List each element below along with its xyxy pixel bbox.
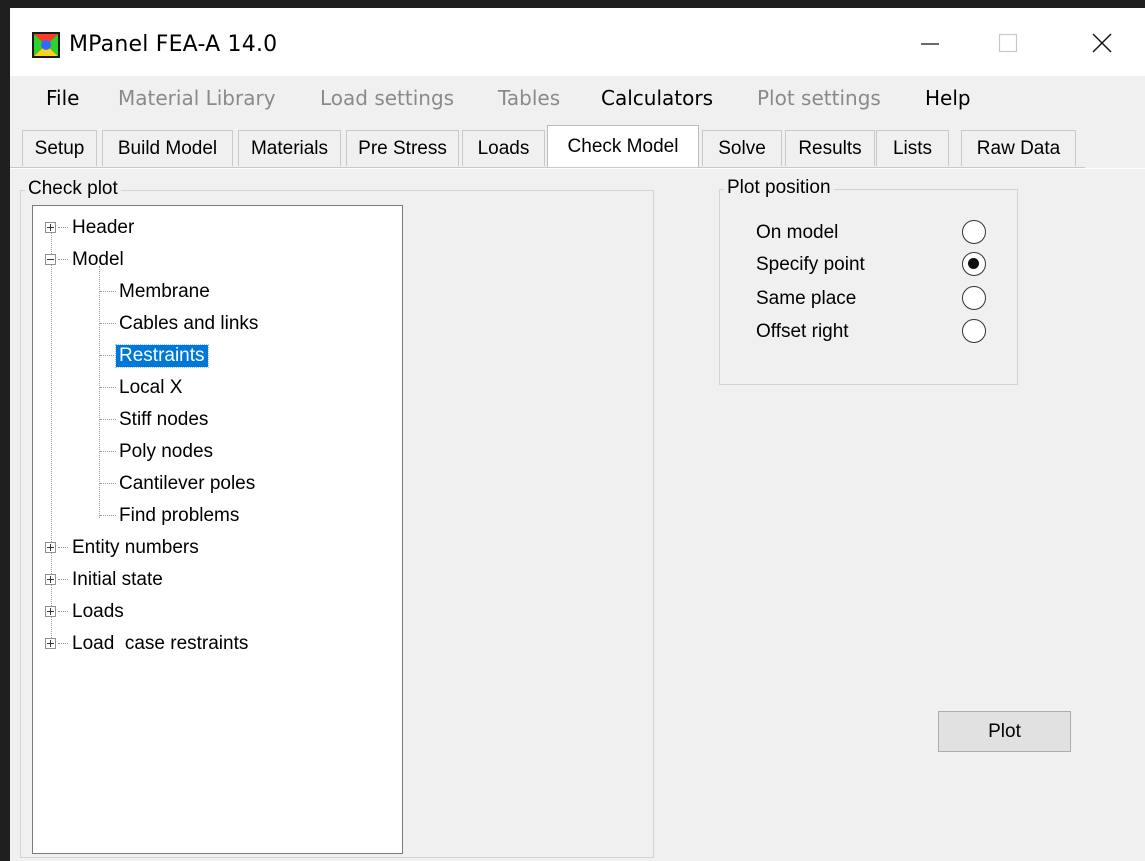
menu-load-settings[interactable]: Load settings xyxy=(320,86,454,110)
menu-file[interactable]: File xyxy=(46,86,79,110)
tree-item-model[interactable]: Model xyxy=(69,246,127,274)
tree-item-label: Find problems xyxy=(119,505,240,526)
expand-plus-icon[interactable] xyxy=(45,606,56,617)
expand-plus-icon[interactable] xyxy=(45,542,56,553)
tab-strip: Setup Build Model Materials Pre Stress L… xyxy=(10,120,1145,170)
tab-results[interactable]: Results xyxy=(785,130,875,166)
close-button[interactable] xyxy=(1072,20,1132,66)
menu-calculators[interactable]: Calculators xyxy=(601,86,713,110)
tab-solve[interactable]: Solve xyxy=(702,130,782,166)
tab-raw-data[interactable]: Raw Data xyxy=(961,130,1076,166)
tree-connector xyxy=(58,643,68,644)
tree-item-load-case-restraints[interactable]: Load case restraints xyxy=(69,630,251,658)
tab-loads[interactable]: Loads xyxy=(462,130,545,166)
tree-item-label: Restraints xyxy=(115,344,209,368)
tree-model-branch-line xyxy=(99,266,100,518)
check-plot-tree[interactable]: Header Model Membrane Cables and links R… xyxy=(32,205,403,854)
tree-connector xyxy=(100,483,116,484)
tab-pre-stress[interactable]: Pre Stress xyxy=(346,130,459,166)
tree-item-label: Cables and links xyxy=(119,313,259,334)
tree-connector xyxy=(58,579,68,580)
tree-connector xyxy=(100,355,116,356)
tree-item-membrane[interactable]: Membrane xyxy=(116,278,213,306)
tree-item-label: Loads xyxy=(72,601,124,622)
minimize-button[interactable] xyxy=(900,20,960,66)
tree-connector xyxy=(100,387,116,388)
tree-item-restraints[interactable]: Restraints xyxy=(115,342,209,370)
menu-tables[interactable]: Tables xyxy=(498,86,560,110)
tree-item-cables-and-links[interactable]: Cables and links xyxy=(116,310,261,338)
tab-lists[interactable]: Lists xyxy=(876,130,949,166)
tab-setup[interactable]: Setup xyxy=(22,130,97,166)
check-plot-legend: Check plot xyxy=(25,178,121,200)
tree-item-label: Cantilever poles xyxy=(119,473,256,494)
radio-offset-right[interactable] xyxy=(962,319,986,343)
radio-label-specify-point: Specify point xyxy=(756,254,865,275)
minimize-icon xyxy=(921,43,939,45)
plot-button[interactable]: Plot xyxy=(938,711,1071,752)
collapse-minus-icon[interactable] xyxy=(45,254,56,265)
radio-same-place[interactable] xyxy=(962,286,986,310)
tab-materials[interactable]: Materials xyxy=(238,130,341,166)
expand-plus-icon[interactable] xyxy=(45,638,56,649)
tree-item-loads[interactable]: Loads xyxy=(69,598,127,626)
tree-item-cantilever-poles[interactable]: Cantilever poles xyxy=(116,470,258,498)
tree-connector xyxy=(100,323,116,324)
tree-item-stiff-nodes[interactable]: Stiff nodes xyxy=(116,406,211,434)
tree-connector xyxy=(58,227,68,228)
close-icon xyxy=(1092,33,1112,53)
tree-item-local-x[interactable]: Local X xyxy=(116,374,185,402)
tree-item-poly-nodes[interactable]: Poly nodes xyxy=(116,438,216,466)
expand-plus-icon[interactable] xyxy=(45,222,56,233)
radio-label-same-place: Same place xyxy=(756,288,857,309)
tree-item-header[interactable]: Header xyxy=(69,214,137,242)
tree-item-label: Header xyxy=(72,217,135,238)
tree-connector xyxy=(58,259,68,260)
tree-connector xyxy=(100,419,116,420)
tree-connector xyxy=(58,547,68,548)
menu-material-library[interactable]: Material Library xyxy=(118,86,276,110)
app-logo-icon xyxy=(32,32,60,58)
tree-item-label: Local X xyxy=(119,377,183,398)
tree-connector xyxy=(58,611,68,612)
maximize-icon xyxy=(998,33,1018,53)
tree-item-find-problems[interactable]: Find problems xyxy=(116,502,242,530)
tree-item-label: Poly nodes xyxy=(119,441,214,462)
tree-item-label: Model xyxy=(72,249,124,270)
tree-item-label: Entity numbers xyxy=(72,537,199,558)
tree-item-label: Stiff nodes xyxy=(119,409,209,430)
title-bar: MPanel FEA-A 14.0 xyxy=(10,8,1145,76)
menu-help[interactable]: Help xyxy=(925,86,971,110)
tab-check-model[interactable]: Check Model xyxy=(547,125,699,167)
maximize-button[interactable] xyxy=(978,20,1038,66)
tree-connector xyxy=(100,451,116,452)
tree-item-initial-state[interactable]: Initial state xyxy=(69,566,166,594)
window-title: MPanel FEA-A 14.0 xyxy=(69,32,278,57)
radio-specify-point[interactable] xyxy=(962,252,986,276)
radio-on-model[interactable] xyxy=(962,220,986,244)
tree-item-label: Membrane xyxy=(119,281,210,302)
app-window: MPanel FEA-A 14.0 File Material Library … xyxy=(10,8,1145,861)
expand-plus-icon[interactable] xyxy=(45,574,56,585)
tree-item-entity-numbers[interactable]: Entity numbers xyxy=(69,534,202,562)
plot-position-legend: Plot position xyxy=(724,177,834,199)
menu-bar: File Material Library Load settings Tabl… xyxy=(10,76,1145,120)
radio-label-offset-right: Offset right xyxy=(756,321,849,342)
tree-connector xyxy=(100,515,116,516)
tree-connector xyxy=(100,291,116,292)
tree-item-label: Initial state xyxy=(72,569,163,590)
tree-item-label: Load case restraints xyxy=(72,633,249,654)
radio-label-on-model: On model xyxy=(756,222,839,243)
tab-build-model[interactable]: Build Model xyxy=(102,130,233,166)
menu-plot-settings[interactable]: Plot settings xyxy=(757,86,881,110)
